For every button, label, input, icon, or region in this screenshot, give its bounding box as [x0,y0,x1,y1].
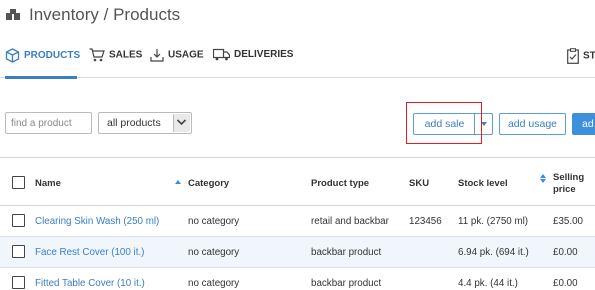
tab-label: DELIVERIES [234,49,294,60]
product-category: no category [188,247,240,258]
tab-label: PRODUCTS [24,50,81,61]
tab-sales[interactable]: SALES [89,48,142,78]
product-stock: 6.94 pk. (694 it.) [458,247,529,258]
cart-icon [89,48,105,62]
chevron-down-icon[interactable] [173,114,190,132]
tab-label: ST [583,50,595,62]
table-header: Name Category Product type SKU Stock lev… [0,158,595,206]
product-price: £0.00 [553,247,578,258]
row-checkbox[interactable] [12,245,25,258]
column-name[interactable]: Name [35,178,61,189]
page-header: Inventory / Products [0,0,595,34]
product-type: backbar product [311,278,382,289]
table-row[interactable]: Clearing Skin Wash (250 ml) no category … [0,206,595,237]
search-input[interactable] [5,112,92,134]
product-type: retail and backbar [311,216,389,227]
row-checkbox[interactable] [12,276,25,289]
boxes-icon [6,9,20,20]
select-all-checkbox[interactable] [12,176,25,189]
tab-products[interactable]: PRODUCTS [5,48,81,79]
tab-label: SALES [109,49,143,61]
product-stock: 11 pk. (2750 ml) [458,216,529,227]
product-sku: 123456 [409,216,442,227]
product-name-link[interactable]: Face Rest Cover (100 it.) [35,247,144,258]
add-usage-button[interactable]: add usage [499,113,566,135]
row-checkbox[interactable] [12,214,25,227]
tab-deliveries[interactable]: DELIVERIES [213,48,293,78]
caret-down-icon [480,122,487,127]
table-row[interactable]: Face Rest Cover (100 it.) no category ba… [0,237,595,268]
tab-label: USAGE [168,49,204,61]
cube-icon [5,48,20,63]
page-title: Inventory / Products [29,5,181,24]
column-category[interactable]: Category [188,178,229,189]
table-row[interactable]: Fitted Table Cover (10 it.) no category … [0,268,595,290]
clipboard-icon [567,48,579,64]
product-category: no category [188,216,240,227]
product-name-link[interactable]: Fitted Table Cover (10 it.) [35,278,145,289]
tab-bar: PRODUCTS SALES USAGE DELIVERIES ST [0,40,595,79]
column-selling-price[interactable]: Selling price [553,172,593,196]
product-type: backbar product [311,247,382,258]
products-table: Name Category Product type SKU Stock lev… [0,157,595,290]
column-sku[interactable]: SKU [409,178,429,189]
product-price: £35.00 [553,216,583,227]
column-product-type[interactable]: Product type [311,178,369,189]
tab-usage[interactable]: USAGE [150,48,204,78]
product-stock: 4.4 pk. (44 it.) [458,278,518,289]
tab-stocktake[interactable]: ST [567,48,595,78]
add-sale-button[interactable]: add sale [413,113,475,135]
truck-icon [213,48,230,61]
download-icon [150,49,164,62]
add-button[interactable]: ad [572,113,595,135]
product-category: no category [188,278,240,289]
product-name-link[interactable]: Clearing Skin Wash (250 ml) [35,216,159,227]
category-select-value: all products [107,117,161,129]
add-sale-dropdown-button[interactable] [474,113,493,135]
column-stock-level[interactable]: Stock level [458,178,508,189]
sort-icon[interactable] [540,174,546,183]
product-price: £0.00 [553,278,578,289]
sort-up-icon[interactable] [175,176,181,187]
category-select[interactable]: all products [98,112,192,134]
